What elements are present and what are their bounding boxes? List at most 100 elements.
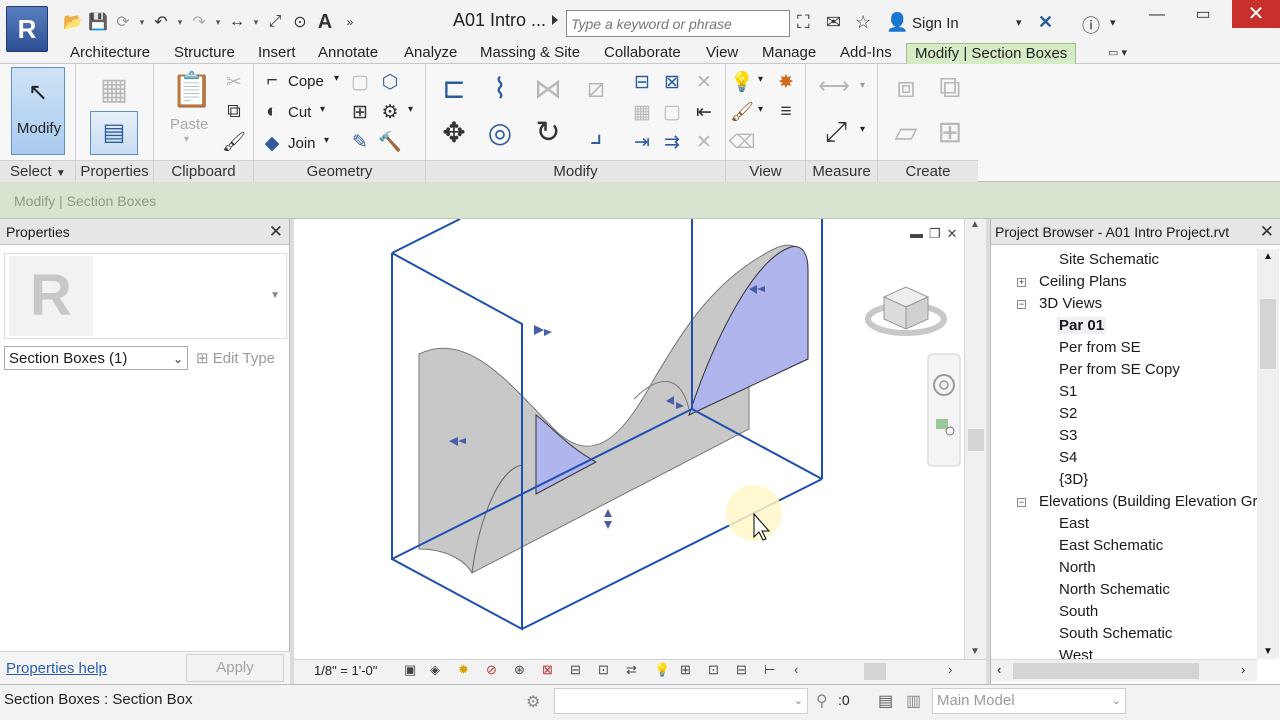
tree-item-north-schematic[interactable]: North Schematic bbox=[1059, 581, 1170, 598]
split-face-icon[interactable]: ▢ bbox=[348, 70, 372, 94]
dimension-icon[interactable]: ⤢ bbox=[816, 116, 856, 148]
tree-item-south-schematic[interactable]: South Schematic bbox=[1059, 625, 1172, 642]
pin-icon[interactable]: ⇤ bbox=[692, 100, 716, 124]
collapse-icon[interactable]: − bbox=[1017, 498, 1026, 507]
scrollbar-thumb[interactable] bbox=[1013, 663, 1199, 679]
star-icon[interactable]: ☆ bbox=[855, 12, 871, 33]
grip-bottom[interactable] bbox=[604, 521, 612, 529]
view-cube-icon[interactable] bbox=[865, 286, 947, 336]
tab-insert[interactable]: Insert bbox=[256, 43, 298, 64]
detail-level-icon[interactable]: ▣ bbox=[404, 662, 416, 678]
edit-type-button[interactable]: ⊞ Edit Type bbox=[196, 349, 275, 367]
3d-view-canvas[interactable] bbox=[294, 219, 964, 659]
search-input[interactable] bbox=[566, 10, 790, 37]
chevron-down-icon[interactable]: ▾ bbox=[334, 73, 339, 84]
cope-icon[interactable]: ⌐ bbox=[260, 69, 284, 93]
tree-item-s1[interactable]: S1 bbox=[1059, 383, 1077, 400]
tab-structure[interactable]: Structure bbox=[172, 43, 237, 64]
chevron-down-icon[interactable]: ▼ bbox=[270, 290, 280, 301]
edit-geometry-icon[interactable]: ✎ bbox=[348, 130, 372, 154]
worksharing-display-icon[interactable]: ⊡ bbox=[708, 662, 719, 678]
tab-add-ins[interactable]: Add-Ins bbox=[838, 43, 894, 64]
save-icon[interactable]: 💾 bbox=[87, 11, 109, 33]
tree-item-elevations[interactable]: Elevations (Building Elevation Gr bbox=[1039, 493, 1257, 510]
user-icon[interactable]: 👤 bbox=[886, 12, 908, 33]
chevron-down-icon[interactable]: ▾ bbox=[758, 104, 763, 115]
wall-joins-icon[interactable]: ⊞ bbox=[348, 100, 372, 124]
worksets-icon[interactable]: ⚙ bbox=[526, 692, 540, 712]
properties-button[interactable]: ▤ bbox=[90, 111, 138, 155]
paste-button[interactable]: Paste bbox=[170, 116, 208, 133]
tree-item-3d[interactable]: {3D} bbox=[1059, 471, 1088, 488]
minimize-button[interactable]: — bbox=[1140, 4, 1174, 26]
align-icon[interactable]: ⊏ bbox=[436, 72, 472, 104]
tree-item-site-schematic[interactable]: Site Schematic bbox=[1059, 251, 1159, 268]
chevron-down-icon[interactable]: ▾ bbox=[408, 104, 413, 115]
hammer-icon[interactable]: 🔨 bbox=[378, 130, 402, 154]
more-icon[interactable]: » bbox=[339, 11, 361, 33]
scroll-right-icon[interactable]: › bbox=[1241, 662, 1245, 677]
browser-horizontal-scrollbar[interactable]: ‹ › bbox=[991, 659, 1257, 681]
shadows-icon[interactable]: ⊘ bbox=[486, 662, 497, 678]
tab-annotate[interactable]: Annotate bbox=[316, 43, 380, 64]
view-window-controls[interactable]: ▬❐✕ bbox=[910, 226, 964, 242]
apply-button[interactable]: Apply bbox=[186, 654, 284, 682]
chevron-down-icon[interactable]: ▾ bbox=[251, 17, 261, 28]
paint-icon[interactable]: ⬡ bbox=[378, 70, 402, 94]
chevron-down-icon[interactable]: ▾ bbox=[137, 17, 147, 28]
crop-view-icon[interactable]: ⊠ bbox=[542, 662, 553, 678]
collapse-icon[interactable]: − bbox=[1017, 300, 1026, 309]
mirror-pick-axis-icon[interactable]: ⋈ bbox=[530, 72, 566, 104]
cope-button[interactable]: Cope bbox=[288, 73, 324, 90]
close-icon[interactable]: ✕ bbox=[1260, 222, 1274, 242]
cut-icon[interactable]: ✂ bbox=[222, 70, 246, 94]
split-element-icon[interactable]: ⊟ bbox=[630, 70, 654, 94]
scale-icon[interactable]: ▢ bbox=[660, 100, 684, 124]
tree-item-s3[interactable]: S3 bbox=[1059, 427, 1077, 444]
unpin-icon[interactable]: ✕ bbox=[692, 70, 716, 94]
offset-icon[interactable]: ⌇ bbox=[482, 72, 518, 104]
tree-item-per-from-se-copy[interactable]: Per from SE Copy bbox=[1059, 361, 1180, 378]
tree-item-south[interactable]: South bbox=[1059, 603, 1098, 620]
copy-elements-icon[interactable]: ◎ bbox=[482, 116, 518, 148]
subscription-icon[interactable]: ✉ bbox=[826, 12, 841, 33]
expand-icon[interactable]: + bbox=[1017, 278, 1026, 287]
temporary-properties-icon[interactable]: ⊞ bbox=[680, 662, 691, 678]
aligned-dimension-icon[interactable]: ⤢ bbox=[264, 11, 286, 33]
tree-item-west[interactable]: West bbox=[1059, 647, 1093, 659]
mirror-draw-axis-icon[interactable]: ⧄ bbox=[578, 72, 614, 104]
clipboard-icon[interactable]: 📋 bbox=[171, 70, 213, 110]
tab-architecture[interactable]: Architecture bbox=[68, 43, 152, 64]
tree-item-3d-views[interactable]: 3D Views bbox=[1039, 295, 1102, 312]
tree-item-north[interactable]: North bbox=[1059, 559, 1096, 576]
hide-in-view-icon[interactable]: 💡 bbox=[730, 70, 754, 94]
navigation-bar[interactable] bbox=[927, 353, 961, 467]
type-selector[interactable]: R ▼ bbox=[4, 253, 287, 339]
chevron-down-icon[interactable]: ▾ bbox=[1110, 16, 1116, 29]
tree-item-east[interactable]: East bbox=[1059, 515, 1089, 532]
editable-only-icon[interactable]: ▤ bbox=[878, 691, 893, 711]
properties-help-link[interactable]: Properties help bbox=[6, 660, 107, 677]
type-properties-icon[interactable]: ▦ bbox=[94, 72, 134, 106]
tree-item-per-from-se[interactable]: Per from SE bbox=[1059, 339, 1141, 356]
exchange-apps-icon[interactable]: ✕ bbox=[1038, 12, 1053, 33]
chevron-down-icon[interactable]: ▾ bbox=[860, 124, 865, 135]
chevron-down-icon[interactable]: ▾ bbox=[860, 80, 865, 91]
grip-bottom[interactable] bbox=[604, 509, 612, 517]
match-properties-icon[interactable]: 🖌 bbox=[222, 130, 246, 154]
scrollbar-thumb[interactable] bbox=[968, 429, 984, 451]
workset-select[interactable]: ⌄ bbox=[554, 688, 808, 714]
highlight-displacement-icon[interactable]: ⊢ bbox=[764, 662, 775, 678]
create-parts-icon[interactable]: ⧉ bbox=[932, 70, 968, 106]
select-dropdown[interactable]: Select ▼ bbox=[0, 160, 75, 182]
split-gap-icon[interactable]: ⊠ bbox=[660, 70, 684, 94]
redo-icon[interactable]: ↷ bbox=[188, 11, 210, 33]
scroll-down-icon[interactable]: ▼ bbox=[970, 646, 980, 657]
restore-icon[interactable]: ❐ bbox=[929, 226, 947, 241]
temporary-hide-icon[interactable]: ⇄ bbox=[626, 662, 637, 678]
sun-path-icon[interactable]: ✹ bbox=[458, 662, 469, 678]
application-menu-button[interactable]: R bbox=[6, 6, 48, 52]
lock-view-icon[interactable]: ⊡ bbox=[598, 662, 609, 678]
scroll-left-icon[interactable]: ‹ bbox=[997, 662, 1001, 677]
line-styles-icon[interactable]: ≡ bbox=[774, 100, 798, 124]
